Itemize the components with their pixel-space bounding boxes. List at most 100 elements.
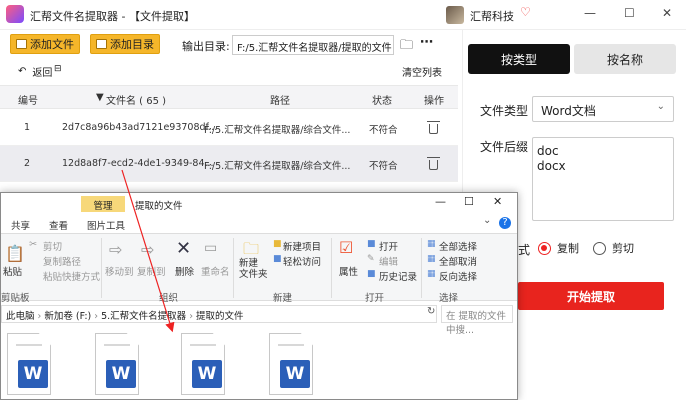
group-select: 选择 (439, 293, 459, 304)
paste-button[interactable]: 粘贴 (3, 264, 22, 278)
divider (101, 238, 102, 298)
clear-list-button[interactable]: 清空列表 (402, 64, 442, 79)
history-button[interactable]: 历史记录 (379, 269, 417, 283)
select-none-button[interactable]: 全部取消 (439, 254, 477, 268)
select-all-button[interactable]: 全部选择 (439, 239, 477, 253)
refresh-icon[interactable]: ↻ (427, 306, 435, 317)
tab-manage[interactable]: 管理 (81, 196, 125, 212)
col-index: 编号 (18, 96, 38, 107)
copy-to-button[interactable]: 复制到 (137, 264, 166, 278)
word-file-item[interactable]: W (7, 333, 51, 395)
row-status: 不符合 (369, 125, 398, 136)
maximize-icon[interactable]: ☐ (464, 195, 474, 208)
diamond-icon[interactable]: ♡ (520, 5, 531, 19)
word-file-item[interactable]: W (181, 333, 225, 395)
row-filename: 2d7c8a96b43ad7121e93708df... (62, 122, 218, 133)
tab-by-name[interactable]: 按名称 (574, 44, 676, 74)
history-icon: ■ (367, 269, 376, 279)
group-organize: 组织 (159, 293, 179, 304)
group-new: 新建 (273, 293, 293, 304)
word-icon: W (280, 360, 310, 388)
rename-button[interactable]: 重命名 (201, 264, 230, 278)
file-type-label: 文件类型 (480, 104, 529, 118)
mode-copy-radio[interactable]: 复制 (538, 240, 579, 256)
output-path-field[interactable]: F:/5.汇帮文件名提取器/提取的文件 (232, 35, 394, 55)
user-avatar[interactable] (446, 6, 464, 24)
explorer-search-input[interactable]: 在 提取的文件 中搜... (441, 305, 513, 336)
sort-down-icon[interactable]: ▼ (96, 92, 104, 103)
add-folder-button[interactable]: 添加目录 (90, 34, 160, 54)
chevron-down-icon: ⌄ (656, 101, 665, 112)
properties-button[interactable]: 属性 (339, 264, 358, 278)
cut-button[interactable]: 剪切 (43, 239, 62, 253)
trash-icon[interactable] (427, 157, 440, 170)
invert-select-icon: ▦ (427, 269, 436, 279)
tab-view[interactable]: 查看 (49, 218, 68, 232)
copy-path-button[interactable]: 复制路径 (43, 254, 81, 268)
output-dir-label: 输出目录: (182, 40, 230, 53)
help-icon[interactable]: ? (499, 217, 511, 229)
maximize-icon[interactable]: ☐ (624, 6, 635, 20)
chevron-down-icon[interactable]: ⌄ (483, 215, 491, 226)
close-icon[interactable]: ✕ (662, 6, 672, 20)
folder-add-icon (96, 39, 107, 49)
address-bar[interactable]: 此电脑 › 新加卷 (F:) › 5.汇帮文件名提取器 › 提取的文件 (1, 305, 437, 323)
start-extract-button[interactable]: 开始提取 (518, 282, 664, 310)
open-button[interactable]: 打开 (379, 239, 398, 253)
file-type-select[interactable]: Word文档 ⌄ (532, 96, 674, 122)
breadcrumb-volume[interactable]: 新加卷 (F:) (44, 311, 91, 322)
paste-shortcut-button[interactable]: 粘贴快捷方式 (43, 269, 100, 283)
divider (233, 238, 234, 298)
brand-name[interactable]: 汇帮科技 (470, 8, 514, 24)
mode-copy-label: 复制 (557, 242, 579, 255)
trash-icon[interactable] (427, 121, 440, 134)
word-file-item[interactable]: W (269, 333, 313, 395)
new-item-button[interactable]: 新建项目 (283, 239, 321, 253)
invert-select-button[interactable]: 反向选择 (439, 269, 477, 283)
title-bar: 汇帮文件名提取器 - 【文件提取】 汇帮科技 ♡ — ☐ ✕ (0, 0, 686, 30)
more-icon[interactable]: ⋯ (420, 35, 433, 50)
minimize-icon[interactable]: — (584, 6, 596, 20)
folder-icon[interactable]: 🗀 (400, 36, 413, 58)
copy-to-icon: ⇨ (141, 240, 155, 259)
word-file-item[interactable]: W (95, 333, 139, 395)
edit-button[interactable]: 编辑 (379, 254, 398, 268)
mode-label: 式 (518, 243, 531, 257)
tab-share[interactable]: 共享 (11, 218, 30, 232)
minimize-icon[interactable]: — (435, 195, 446, 208)
table-row[interactable]: 1 2d7c8a96b43ad7121e93708df... F:/5.汇帮文件… (0, 110, 458, 146)
col-filename[interactable]: 文件名 ( 65 ) (106, 92, 166, 107)
undo-icon: ↶ (18, 66, 27, 77)
file-explorer-window[interactable]: 管理 提取的文件 — ☐ ✕ 共享 查看 图片工具 ? ⌄ 📋 粘贴 ✂ 剪切 … (0, 192, 518, 400)
mode-cut-radio[interactable]: 剪切 (593, 240, 634, 256)
row-index: 2 (24, 158, 31, 169)
back-button[interactable]: ↶ 返回 (18, 64, 52, 79)
suffix-textarea[interactable]: doc docx (532, 137, 674, 221)
ribbon: 📋 粘贴 ✂ 剪切 复制路径 粘贴快捷方式 剪贴板 ⇨ 移动到 ⇨ 复制到 ✕ … (1, 233, 517, 304)
cut-icon: ✂ (29, 239, 37, 250)
delete-button[interactable]: 删除 (175, 264, 194, 278)
breadcrumb-app-folder[interactable]: 5.汇帮文件名提取器 (101, 311, 186, 322)
row-index: 1 (24, 122, 31, 133)
row-filename: 12d8a8f7-ecd2-4de1-9349-84... (62, 158, 214, 169)
breadcrumb-extracted[interactable]: 提取的文件 (196, 311, 244, 322)
clipboard-icon: 📋 (5, 244, 25, 263)
easy-access-button[interactable]: 轻松访问 (283, 254, 321, 268)
list-icon[interactable]: ⊟ (54, 64, 62, 74)
new-folder-button[interactable]: 新建 文件夹 (239, 258, 268, 280)
back-label: 返回 (32, 68, 53, 79)
breadcrumb-this-pc[interactable]: 此电脑 (6, 311, 35, 322)
row-path: F:/5.汇帮文件名提取器/综合文件... (204, 161, 351, 172)
close-icon[interactable]: ✕ (493, 195, 502, 208)
select-none-icon: ▦ (427, 254, 436, 264)
tab-picture-tools[interactable]: 图片工具 (87, 218, 125, 232)
file-add-icon (16, 39, 27, 49)
open-icon: ■ (367, 239, 376, 249)
rename-icon: ▭ (204, 240, 218, 256)
radio-checked-icon (538, 241, 551, 255)
move-to-button[interactable]: 移动到 (105, 264, 134, 278)
tab-by-type[interactable]: 按类型 (468, 44, 570, 74)
col-action: 操作 (424, 96, 444, 107)
table-row[interactable]: 2 12d8a8f7-ecd2-4de1-9349-84... F:/5.汇帮文… (0, 146, 458, 182)
add-file-button[interactable]: 添加文件 (10, 34, 80, 54)
